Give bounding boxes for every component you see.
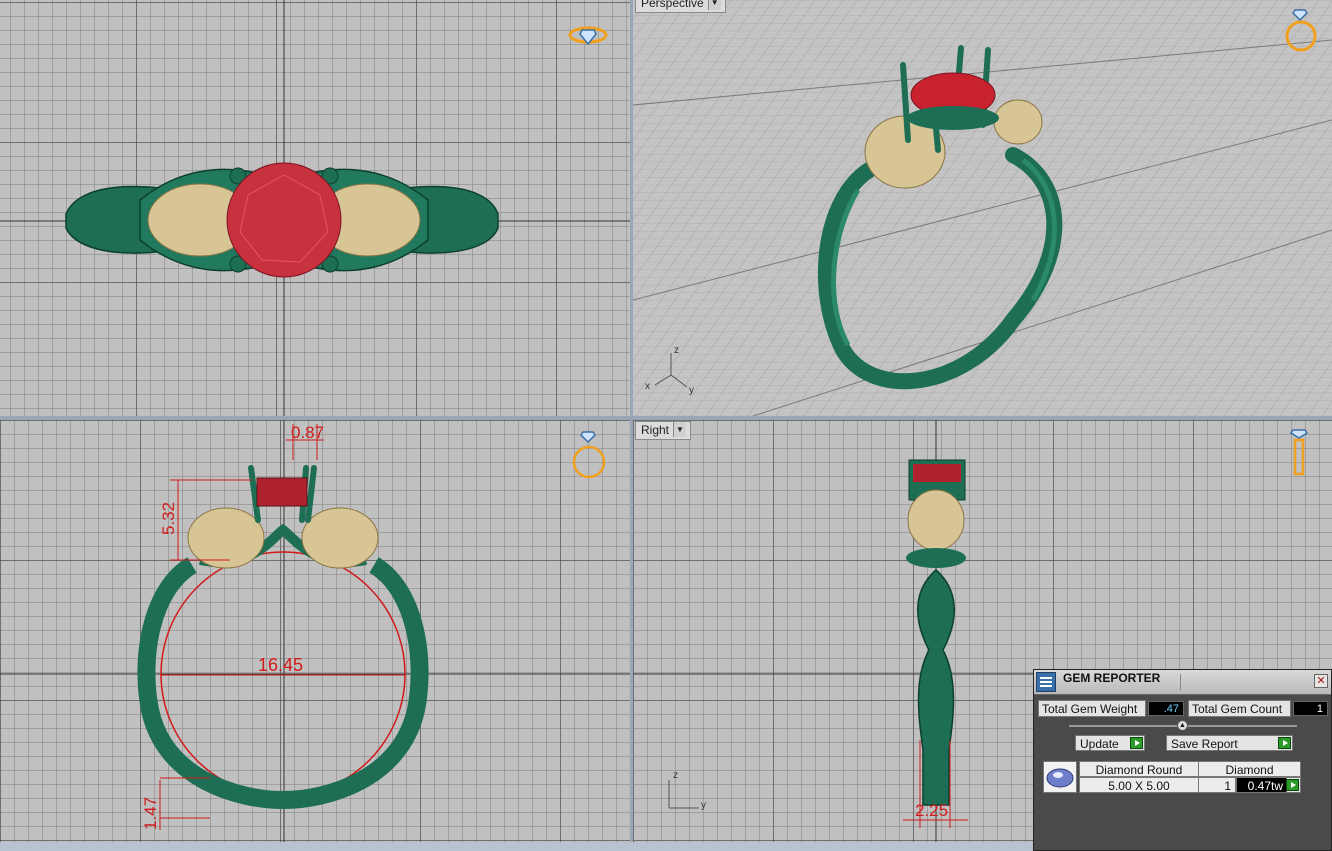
view-gizmo-icon[interactable] xyxy=(568,20,608,50)
total-gem-count-value: 1 xyxy=(1293,701,1328,716)
total-gem-weight-value: .47 xyxy=(1148,701,1184,716)
gem-reporter-title: GEM REPORTER xyxy=(1063,671,1161,685)
front-viewport[interactable]: 0.87 5.32 16.45 1.47 xyxy=(0,420,630,842)
play-arrow-icon xyxy=(1286,779,1299,791)
save-report-button-label: Save Report xyxy=(1171,737,1238,751)
axis-y-label: y xyxy=(701,800,706,811)
play-arrow-icon xyxy=(1278,737,1291,749)
gem-round-thumbnail-graphic xyxy=(1046,768,1074,788)
axis-y-label: y xyxy=(689,385,694,396)
ring-band-front xyxy=(137,557,429,810)
dimension-shank: 1.47 xyxy=(141,797,160,830)
title-divider xyxy=(1180,674,1181,690)
gem-select-button[interactable] xyxy=(1286,777,1301,793)
view-gizmo-icon[interactable] xyxy=(569,430,609,480)
close-button[interactable]: ✕ xyxy=(1314,674,1328,688)
total-gem-weight-label: Total Gem Weight xyxy=(1038,700,1146,717)
viewport-label-text: Right xyxy=(641,423,670,437)
gem-weight-cell: 0.47tw xyxy=(1236,777,1287,793)
center-gem-side xyxy=(913,464,961,482)
center-gem-top xyxy=(226,162,342,278)
gem-list: Diamond Round Diamond 5.00 X 5.00 1 0.47… xyxy=(1043,761,1301,795)
viewport-label-right[interactable]: Right ▼ xyxy=(635,421,692,440)
axis-triad: z y xyxy=(663,770,713,820)
axis-triad-lines xyxy=(668,780,699,809)
viewport-label-text: Perspective xyxy=(641,0,704,10)
dimension-inner-diameter: 16.45 xyxy=(258,655,303,675)
chevron-down-icon[interactable]: ▼ xyxy=(673,422,687,437)
view-gizmo-icon[interactable] xyxy=(1281,4,1321,54)
play-arrow-icon xyxy=(1130,737,1143,749)
gem-round-thumbnail-icon[interactable] xyxy=(1043,761,1077,793)
axis-x-label: x xyxy=(645,381,650,392)
total-gem-count-label: Total Gem Count xyxy=(1188,700,1291,717)
chevron-down-icon[interactable]: ▼ xyxy=(707,0,721,10)
gem-reporter-title-bar[interactable]: GEM REPORTER ✕ xyxy=(1034,670,1331,695)
top-viewport[interactable] xyxy=(0,0,630,416)
perspective-grid-and-model xyxy=(633,0,1332,416)
panel-slider-knob[interactable]: ▲ xyxy=(1177,720,1188,731)
ring-shank-side xyxy=(917,569,955,806)
dimension-prong: 0.87 xyxy=(291,423,324,442)
report-icon xyxy=(1036,672,1056,692)
dimension-head-height: 5.32 xyxy=(159,502,178,535)
center-gem-front xyxy=(256,477,308,507)
save-report-button[interactable]: Save Report xyxy=(1166,735,1293,751)
viewport-label-perspective[interactable]: Perspective ▼ xyxy=(635,0,726,13)
gem-count-cell: 1 xyxy=(1198,777,1236,793)
gem-reporter-panel[interactable]: GEM REPORTER ✕ Total Gem Weight .47 Tota… xyxy=(1033,669,1332,851)
axis-z-label: z xyxy=(673,770,678,781)
axis-z-label: z xyxy=(674,345,679,356)
view-gizmo-icon[interactable] xyxy=(1285,428,1315,482)
viewport-splitter-vertical[interactable] xyxy=(630,0,633,851)
dimension-band-width: 2.25 xyxy=(915,801,948,820)
skull-side xyxy=(907,489,965,551)
update-button[interactable]: Update xyxy=(1075,735,1145,751)
gem-size-cell: 5.00 X 5.00 xyxy=(1079,777,1199,793)
gem-material-cell: Diamond xyxy=(1198,761,1301,777)
axis-triad: z x y xyxy=(641,345,701,400)
update-button-label: Update xyxy=(1080,737,1119,751)
perspective-viewport[interactable]: Perspective ▼ z x y xyxy=(633,0,1332,416)
viewport-splitter-horizontal[interactable] xyxy=(0,416,1332,420)
gem-shape-cell: Diamond Round xyxy=(1079,761,1199,777)
front-view-model: 0.87 5.32 16.45 1.47 xyxy=(0,420,630,842)
top-view-model xyxy=(0,0,630,416)
skulls-front xyxy=(187,507,379,569)
